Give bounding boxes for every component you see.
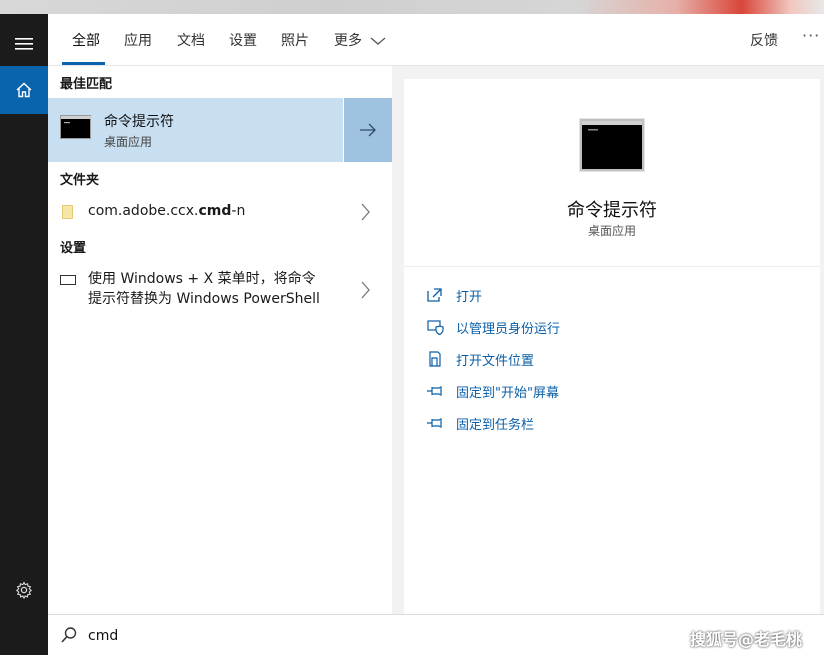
watermark-text: 搜狐号@老毛桃 (690, 630, 803, 649)
action-pin-to-taskbar-label: 固定到任务栏 (456, 417, 535, 433)
folder-result-item[interactable]: com.adobe.ccx.cmd-n (48, 194, 392, 230)
folder-name-prefix: com.adobe.ccx. (88, 203, 199, 219)
settings-heading: 设置 (60, 241, 87, 256)
tab-all[interactable]: 全部 (72, 30, 100, 60)
folder-name-suffix: -n (231, 203, 246, 219)
folder-icon (62, 205, 73, 219)
action-run-as-admin[interactable]: 以管理员身份运行 (426, 316, 560, 338)
left-rail (0, 14, 48, 655)
feedback-link[interactable]: 反馈 (750, 30, 778, 50)
search-input[interactable] (88, 625, 588, 647)
chevron-down-icon (371, 37, 386, 45)
action-open-file-location-label: 打开文件位置 (456, 353, 535, 369)
best-match-subtitle: 桌面应用 (104, 135, 153, 149)
tab-photos[interactable]: 照片 (281, 30, 309, 60)
best-match-item[interactable]: 命令提示符 桌面应用 (48, 98, 343, 162)
pin-icon (427, 418, 442, 428)
chevron-right-icon (356, 200, 374, 224)
command-prompt-large-icon (580, 119, 644, 171)
command-prompt-icon (60, 115, 92, 139)
folder-name-match: cmd (198, 203, 232, 219)
setting-result-item[interactable]: 使用 Windows + X 菜单时，将命令 提示符替换为 Windows Po… (48, 262, 392, 316)
tab-photos-label: 照片 (281, 33, 309, 49)
chevron-right-icon (356, 278, 374, 302)
more-options-button[interactable]: ··· (802, 26, 820, 45)
tab-documents[interactable]: 文档 (177, 30, 205, 60)
setting-result-line-2: 提示符替换为 Windows PowerShell (88, 291, 320, 307)
best-match-title: 命令提示符 (104, 114, 174, 130)
folder-result-label: com.adobe.ccx.cmd-n (88, 203, 245, 219)
action-run-as-admin-label: 以管理员身份运行 (456, 321, 561, 337)
best-match-heading: 最佳匹配 (60, 77, 113, 92)
setting-result-label: 使用 Windows + X 菜单时，将命令 提示符替换为 Windows Po… (88, 269, 350, 309)
search-bar: 搜狐号@老毛桃 (48, 614, 824, 655)
detail-pane: 命令提示符 桌面应用 打开 以管理员身份运行 打开文件位置 固定到"开始"屏幕 … (404, 79, 820, 614)
action-pin-to-taskbar[interactable]: 固定到任务栏 (426, 412, 534, 434)
setting-result-line-1: 使用 Windows + X 菜单时，将命令 (88, 271, 316, 287)
gear-icon (15, 581, 33, 599)
active-tab-indicator (62, 62, 105, 65)
open-icon (427, 288, 442, 302)
home-icon (16, 82, 32, 98)
action-pin-to-start[interactable]: 固定到"开始"屏幕 (426, 380, 559, 402)
search-header: 全部 应用 文档 设置 照片 更多 反馈 ··· (48, 14, 824, 66)
tab-apps[interactable]: 应用 (124, 30, 152, 60)
detail-header: 命令提示符 桌面应用 (404, 79, 820, 267)
action-pin-to-start-label: 固定到"开始"屏幕 (456, 385, 559, 401)
action-open-file-location[interactable]: 打开文件位置 (426, 348, 534, 370)
tab-all-label: 全部 (72, 33, 100, 49)
folders-heading: 文件夹 (60, 173, 100, 188)
home-button[interactable] (0, 66, 48, 114)
hamburger-menu-button[interactable] (0, 24, 48, 64)
tab-settings[interactable]: 设置 (229, 30, 257, 60)
tab-more[interactable]: 更多 (334, 30, 386, 60)
pin-icon (427, 386, 442, 396)
file-location-icon (429, 351, 441, 367)
detail-title: 命令提示符 (567, 200, 657, 221)
tab-documents-label: 文档 (177, 33, 205, 49)
results-pane: 最佳匹配 命令提示符 桌面应用 文件夹 com.adobe.ccx.cmd-n … (48, 66, 392, 614)
search-icon (61, 627, 77, 643)
hamburger-icon (15, 38, 33, 50)
action-open-label: 打开 (456, 289, 483, 305)
action-open[interactable]: 打开 (426, 284, 482, 306)
tab-apps-label: 应用 (124, 33, 152, 49)
arrow-right-icon (360, 123, 376, 137)
settings-button[interactable] (0, 570, 48, 610)
shield-run-icon (427, 320, 444, 336)
desktop-background-strip (0, 0, 824, 14)
detail-subtitle: 桌面应用 (587, 224, 636, 238)
tab-more-label: 更多 (334, 33, 362, 49)
tab-settings-label: 设置 (229, 33, 257, 49)
best-match-open-button[interactable] (344, 98, 392, 162)
monitor-icon (60, 275, 76, 285)
